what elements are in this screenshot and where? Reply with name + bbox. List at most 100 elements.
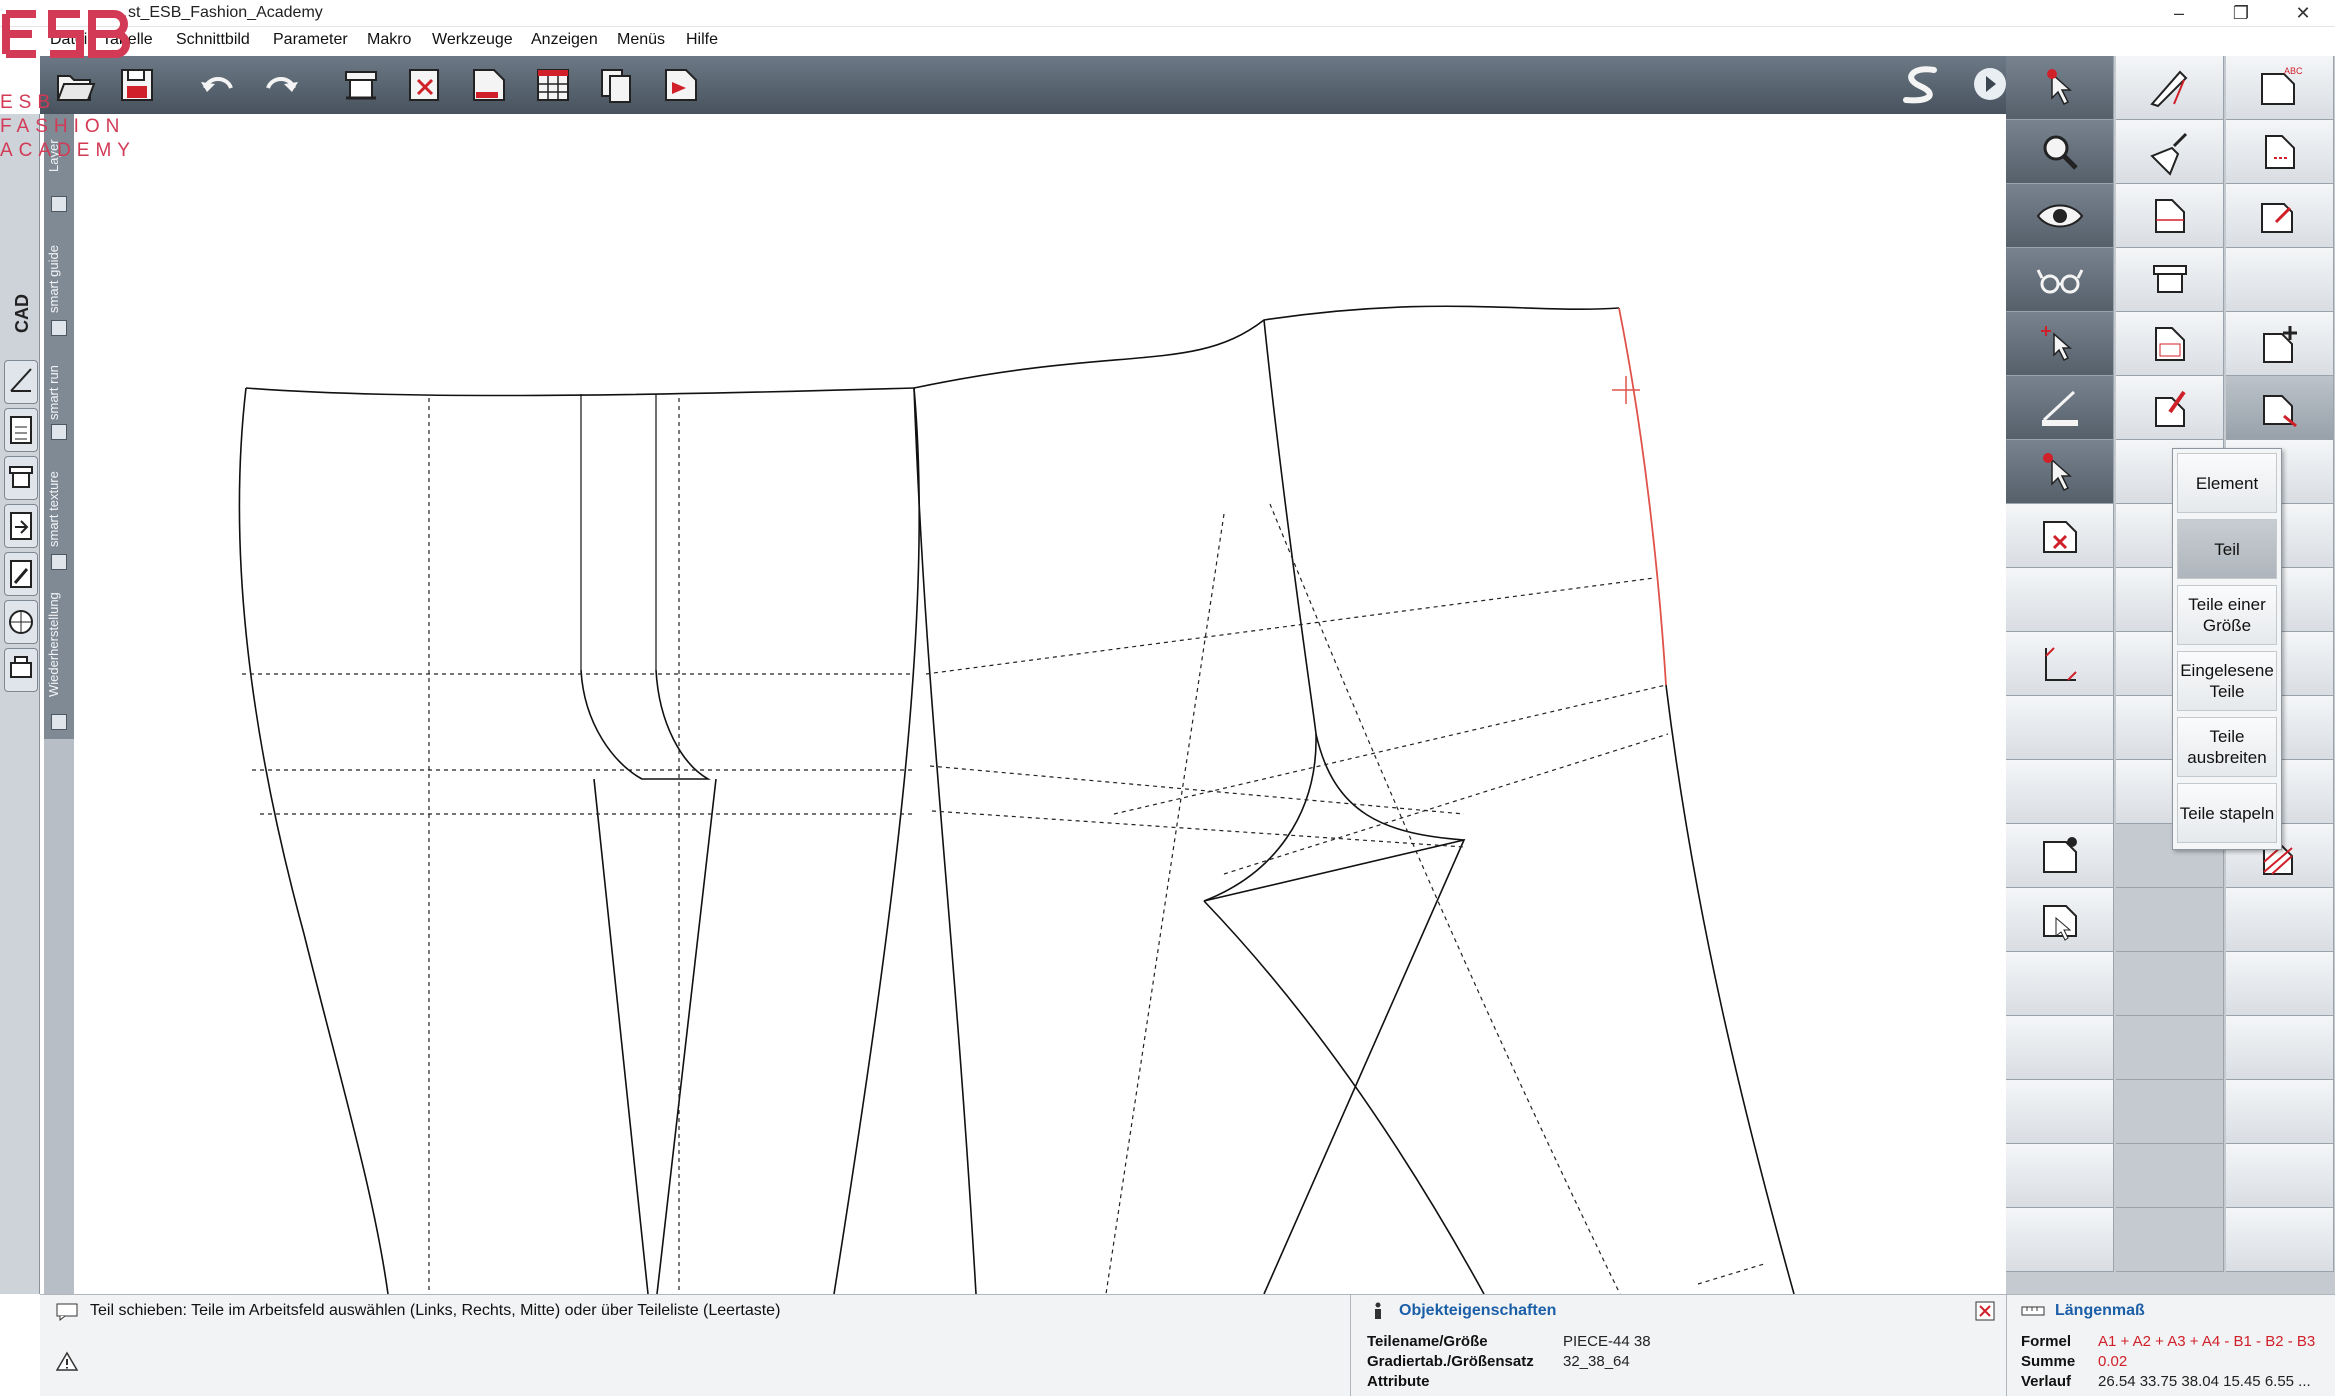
expand-arrow-icon[interactable] (1974, 68, 2006, 100)
left-piece-dart-top (580, 394, 657, 670)
panel-save-icon[interactable] (1975, 1301, 1995, 1321)
submenu-teil[interactable]: Teil (2177, 519, 2277, 579)
menu-parameter[interactable]: Parameter (273, 31, 348, 49)
piece-select-icon[interactable] (2006, 888, 2114, 952)
add-piece-icon[interactable] (2226, 312, 2334, 376)
warning-icon (56, 1351, 78, 1371)
drawing-canvas[interactable] (74, 114, 2006, 1294)
left-piece-side-left (238, 387, 389, 1294)
right-piece-dart-line (1203, 319, 1317, 902)
empty-slot (2006, 568, 2114, 632)
empty-slot (2116, 1016, 2224, 1080)
properties-title: Objekteigenschaften (1399, 1302, 1557, 1319)
maximize-button[interactable]: ❐ (2212, 0, 2270, 27)
empty-slot (2116, 888, 2224, 952)
submenu-element[interactable]: Element (2177, 453, 2277, 513)
submenu-teile-ausbreiten[interactable]: Teile ausbreiten (2177, 717, 2277, 777)
delete-element-icon[interactable] (2006, 504, 2114, 568)
submenu-teile-einer-groesse[interactable]: Teile einer Größe (2177, 585, 2277, 645)
piece-view-icon[interactable] (2006, 824, 2114, 888)
globe-icon[interactable] (4, 600, 38, 644)
redo-icon[interactable] (258, 62, 304, 108)
plot-icon[interactable] (4, 456, 38, 500)
view-eye-icon[interactable] (2006, 184, 2114, 248)
menu-werkzeuge[interactable]: Werkzeuge (432, 31, 513, 49)
piece-grid-icon[interactable] (2116, 312, 2224, 376)
empty-slot (2006, 1016, 2114, 1080)
calculator-icon[interactable] (4, 408, 38, 452)
empty-slot (2006, 1208, 2114, 1272)
window-title: …st_ESB_Fashion_Academy (112, 4, 323, 21)
ruler-icon (2021, 1306, 2045, 1316)
menu-hilfe[interactable]: Hilfe (686, 31, 718, 49)
empty-slot (2116, 952, 2224, 1016)
left-piece-outline (245, 387, 915, 397)
tab-wiederherstellung[interactable]: Wiederherstellung (46, 582, 72, 708)
minimize-button[interactable]: – (2150, 0, 2208, 27)
tab-smart-guide[interactable]: smart guide (46, 224, 72, 334)
prop-key: Attribute (1367, 1373, 1430, 1390)
select-magnet-icon[interactable] (2006, 440, 2114, 504)
zoom-magnifier-icon[interactable] (2006, 120, 2114, 184)
move-piece-icon[interactable] (2226, 376, 2334, 440)
measure-tool-icon[interactable] (4, 360, 38, 404)
prop-value: 32_38_64 (1563, 1353, 1630, 1370)
svg-text:ABC: ABC (2284, 66, 2303, 76)
edit-pencil-icon[interactable] (4, 552, 38, 596)
construction-small-bottom (1697, 1263, 1765, 1285)
tab-smart-texture[interactable]: smart texture (46, 450, 72, 568)
plotter-icon[interactable] (338, 62, 384, 108)
menu-bar: Datei Tabelle Schnittbild Parameter Makr… (0, 27, 2335, 56)
import-icon[interactable] (4, 504, 38, 548)
highlighted-edge (1618, 307, 1667, 686)
select-arrow-icon[interactable] (2006, 56, 2114, 120)
info-icon (1375, 1302, 1381, 1319)
menu-schnittbild[interactable]: Schnittbild (176, 31, 250, 49)
submenu-teile-stapeln[interactable]: Teile stapeln (2177, 783, 2277, 843)
empty-slot (2226, 888, 2334, 952)
corner-tool-icon[interactable] (2006, 632, 2114, 696)
plotter-tool-icon[interactable] (2116, 248, 2224, 312)
watermark-text: ESB (0, 92, 57, 113)
empty-slot (2006, 760, 2114, 824)
piece-edit-icon[interactable] (466, 62, 512, 108)
brush-icon[interactable] (2116, 120, 2224, 184)
empty-slot (2116, 1144, 2224, 1208)
pattern-drawing[interactable] (74, 114, 2006, 1294)
empty-slot (2006, 952, 2114, 1016)
empty-slot (2226, 248, 2334, 312)
wiederherstellung-tab-icon (51, 714, 67, 730)
side-tab-strip: Layer smart guide smart run smart textur… (44, 114, 74, 739)
empty-slot (2006, 696, 2114, 760)
length-measure-panel: Längenmaß Formel A1 + A2 + A3 + A4 - B1 … (2006, 1294, 2335, 1396)
submenu-eingelesene-teile[interactable]: Eingelesene Teile (2177, 651, 2277, 711)
glasses-icon[interactable] (2006, 248, 2114, 312)
menu-makro[interactable]: Makro (367, 31, 411, 49)
menu-anzeigen[interactable]: Anzeigen (531, 31, 598, 49)
piece-text-icon[interactable]: ABC (2226, 56, 2334, 120)
empty-slot (2226, 1080, 2334, 1144)
piece-outline-icon[interactable] (2116, 184, 2224, 248)
smart-guide-tab-icon (51, 320, 67, 336)
construction-right-2 (929, 765, 1465, 815)
copy-pieces-icon[interactable] (594, 62, 640, 108)
export-icon[interactable] (658, 62, 704, 108)
length-key: Formel (2021, 1333, 2072, 1350)
ruler-pen-icon[interactable] (2116, 56, 2224, 120)
table-icon[interactable] (530, 62, 576, 108)
delete-piece-icon[interactable] (402, 62, 448, 108)
draw-line-icon[interactable] (2006, 376, 2114, 440)
esb-watermark-logo: ESB FASHION ACADEMY (0, 4, 140, 161)
close-button[interactable]: ✕ (2274, 0, 2332, 27)
menu-menues[interactable]: Menüs (617, 31, 665, 49)
left-tool-panel: CAD (0, 114, 40, 1294)
smart-run-tab-icon (51, 424, 67, 440)
undo-icon[interactable] (195, 62, 241, 108)
piece-corner-icon[interactable] (2226, 120, 2334, 184)
length-formula: A1 + A2 + A3 + A4 - B1 - B2 - B3 (2098, 1333, 2316, 1350)
empty-slot (2226, 1208, 2334, 1272)
select-point-icon[interactable] (2006, 312, 2114, 376)
printer-icon[interactable] (4, 648, 38, 692)
piece-mirror-icon[interactable] (2226, 184, 2334, 248)
piece-edit-pen-icon[interactable] (2116, 376, 2224, 440)
